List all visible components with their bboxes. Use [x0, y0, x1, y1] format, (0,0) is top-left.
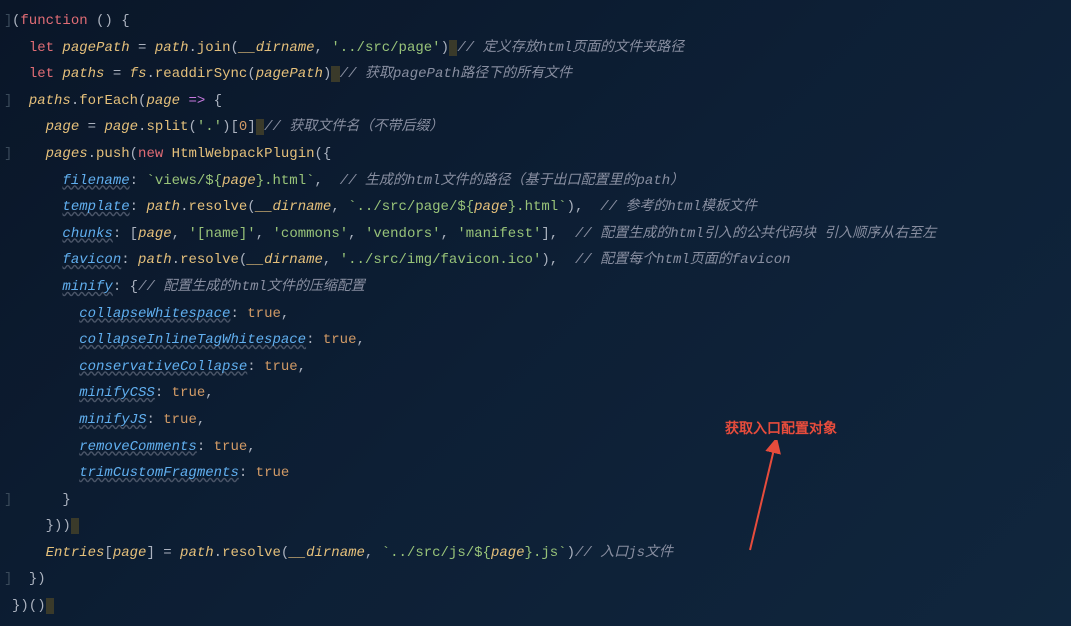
- code-line-5: page = page.split('.')[0] // 获取文件名（不带后缀）: [4, 114, 1071, 141]
- code-line-11: minify: {// 配置生成的html文件的压缩配置: [4, 274, 1071, 301]
- code-line-2: let pagePath = path.join(__dirname, '../…: [4, 35, 1071, 62]
- annotation-arrow-icon: [735, 440, 795, 560]
- code-line-15: minifyCSS: true,: [4, 380, 1071, 407]
- code-line-23: })(): [4, 593, 1071, 620]
- annotation-label: 获取入口配置对象: [725, 415, 837, 442]
- code-line-16: minifyJS: true,: [4, 407, 1071, 434]
- code-line-14: conservativeCollapse: true,: [4, 354, 1071, 381]
- code-line-10: favicon: path.resolve(__dirname, '../src…: [4, 247, 1071, 274]
- code-line-20: })): [4, 513, 1071, 540]
- code-line-4: ] paths.forEach(page => {: [4, 88, 1071, 115]
- code-line-1: ](function () {: [4, 8, 1071, 35]
- code-line-6: ] pages.push(new HtmlWebpackPlugin({: [4, 141, 1071, 168]
- code-line-9: chunks: [page, '[name]', 'commons', 'ven…: [4, 221, 1071, 248]
- code-line-8: template: path.resolve(__dirname, `../sr…: [4, 194, 1071, 221]
- code-line-21: Entries[page] = path.resolve(__dirname, …: [4, 540, 1071, 567]
- code-line-12: collapseWhitespace: true,: [4, 301, 1071, 328]
- code-line-13: collapseInlineTagWhitespace: true,: [4, 327, 1071, 354]
- code-line-3: let paths = fs.readdirSync(pagePath) // …: [4, 61, 1071, 88]
- code-editor[interactable]: ](function () { let pagePath = path.join…: [4, 8, 1071, 620]
- code-line-17: removeComments: true,: [4, 434, 1071, 461]
- code-line-18: trimCustomFragments: true: [4, 460, 1071, 487]
- code-line-22: ] }): [4, 566, 1071, 593]
- code-line-7: filename: `views/${page}.html`, // 生成的ht…: [4, 168, 1071, 195]
- code-line-19: ] }: [4, 487, 1071, 514]
